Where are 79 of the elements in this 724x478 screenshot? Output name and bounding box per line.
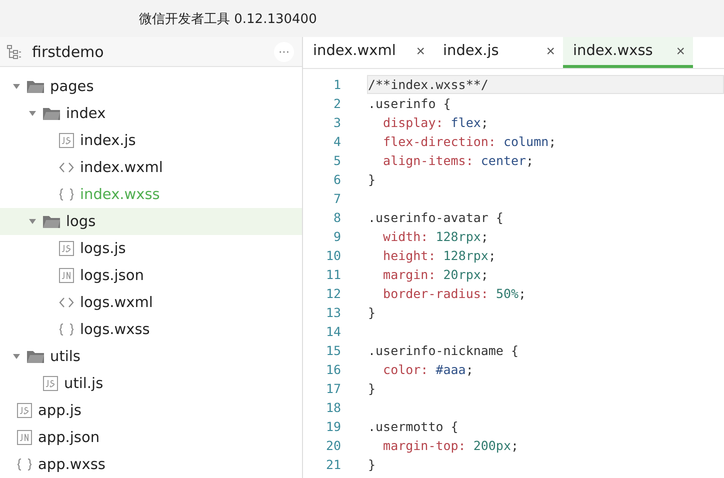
file-item[interactable]: index.wxml (0, 154, 302, 181)
caret-icon[interactable] (13, 354, 20, 359)
file-item[interactable]: app.json (0, 424, 302, 451)
file-item[interactable]: logs.wxss (0, 316, 302, 343)
folder-item[interactable]: utils (0, 343, 302, 370)
line-number: 11 (324, 267, 341, 282)
file-item[interactable]: util.js (0, 370, 302, 397)
line-number: 8 (332, 210, 341, 225)
code-icon (59, 161, 74, 174)
code-line: .usermotto { (367, 418, 460, 436)
braces-icon (59, 323, 74, 336)
code-line: } (367, 304, 377, 322)
code-line: color: #aaa; (382, 361, 474, 379)
file-item[interactable]: logs.js (0, 235, 302, 262)
caret-icon[interactable] (29, 111, 36, 116)
line-number: 7 (332, 191, 341, 206)
code-line: margin-top: 200px; (382, 437, 520, 455)
line-number: 21 (324, 457, 341, 472)
line-number: 6 (332, 172, 341, 187)
line-number: 14 (324, 324, 341, 339)
file-icon (59, 133, 74, 148)
close-button[interactable]: × (546, 42, 555, 60)
code-line: height: 128rpx; (382, 247, 497, 265)
file-item[interactable]: logs.wxml (0, 289, 302, 316)
line-number: 3 (332, 115, 341, 130)
window-title: 微信开发者工具 0.12.130400 (139, 10, 317, 28)
line-number: 9 (332, 229, 341, 244)
code-line: .userinfo-nickname { (367, 342, 520, 360)
file-icon (59, 268, 74, 283)
line-number: 18 (324, 400, 341, 415)
folder-icon (43, 215, 60, 228)
file-icon (43, 376, 58, 391)
file-item[interactable]: logs.json (0, 262, 302, 289)
folder-icon (27, 80, 44, 93)
close-button[interactable]: × (416, 42, 425, 60)
file-item[interactable]: index.js (0, 127, 302, 154)
code-line: border-radius: 50%; (382, 285, 528, 303)
braces-icon (59, 188, 74, 201)
line-number: 17 (324, 381, 341, 396)
folder-item[interactable]: pages (0, 73, 302, 100)
caret-icon[interactable] (13, 84, 20, 89)
line-number: 16 (324, 362, 341, 377)
line-number: 10 (324, 248, 341, 263)
code-line: } (367, 456, 377, 474)
file-icon (17, 430, 32, 445)
braces-icon (17, 458, 32, 471)
file-item[interactable]: app.wxss (0, 451, 302, 478)
folder-icon (27, 350, 44, 363)
code-line: margin: 20rpx; (382, 266, 490, 284)
line-number: 15 (324, 343, 341, 358)
project-name: firstdemo (32, 42, 105, 60)
line-number: 5 (332, 153, 341, 168)
line-number: 13 (324, 305, 341, 320)
folder-item[interactable]: logs (0, 208, 302, 235)
line-number: 19 (324, 419, 341, 434)
code-line: width: 128rpx; (382, 228, 490, 246)
line-number: 1 (332, 77, 341, 92)
code-line: } (367, 171, 377, 189)
code-line: .userinfo-avatar { (367, 209, 504, 227)
code-line: flex-direction: column; (382, 133, 558, 151)
code-icon (59, 296, 74, 309)
code-line: align-items: center; (382, 152, 535, 170)
close-button[interactable]: × (676, 42, 685, 60)
file-icon (59, 241, 74, 256)
folder-item[interactable]: index (0, 100, 302, 127)
more-button[interactable]: ··· (274, 42, 294, 62)
line-number: 4 (332, 134, 341, 149)
code-line: } (367, 380, 377, 398)
editor-tab[interactable]: index.wxss × (563, 37, 693, 68)
file-icon (17, 403, 32, 418)
tree-view-icon[interactable] (6, 44, 22, 60)
file-item[interactable]: app.js (0, 397, 302, 424)
line-number: 20 (324, 438, 341, 453)
caret-icon[interactable] (29, 219, 36, 224)
line-number: 12 (324, 286, 341, 301)
code-line: .userinfo { (367, 95, 452, 113)
line-number: 2 (332, 96, 341, 111)
folder-icon (43, 107, 60, 120)
code-line: display: flex; (382, 114, 490, 132)
